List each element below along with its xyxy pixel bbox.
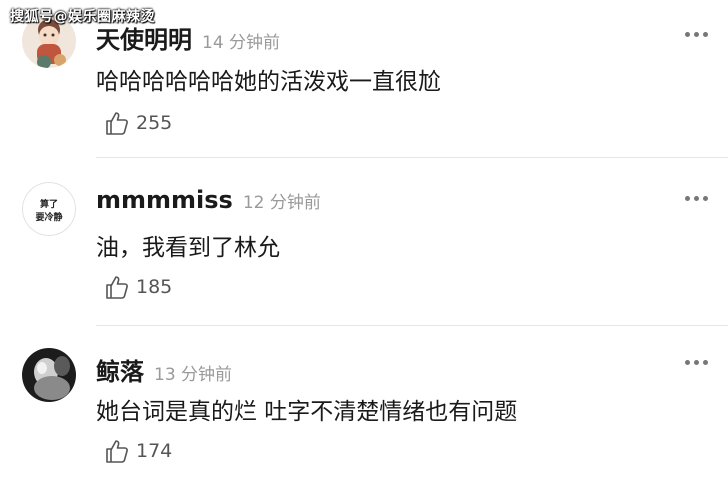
username-text: 天使明明 xyxy=(96,26,192,54)
svg-text:要冷静: 要冷静 xyxy=(35,211,62,223)
thumbs-up-icon xyxy=(106,276,128,299)
comment-timestamp: 13 分钟前 xyxy=(154,365,233,385)
comment-timestamp: 12 分钟前 xyxy=(242,193,321,213)
text-sticker-avatar: 算了 要冷静 xyxy=(22,182,76,236)
comment-username[interactable]: 鲸落 13 分钟前 xyxy=(96,352,232,387)
avatar[interactable] xyxy=(22,348,76,402)
svg-text:算了: 算了 xyxy=(40,198,58,210)
thumbs-up-icon xyxy=(106,440,128,463)
comment-text: 油，我看到了林允 xyxy=(96,235,280,261)
comment-timestamp: 14 分钟前 xyxy=(202,33,281,53)
comment-text: 她台词是真的烂 吐字不清楚情绪也有问题 xyxy=(96,399,518,425)
comment-item: 鲸落 13 分钟前 她台词是真的烂 吐字不清楚情绪也有问题 174 xyxy=(0,328,728,488)
comment-item: 算了 要冷静 mmmmiss 12 分钟前 油，我看到了林允 185 xyxy=(0,162,728,326)
more-options-icon[interactable] xyxy=(685,32,708,37)
like-count: 255 xyxy=(136,112,173,134)
like-button[interactable]: 174 xyxy=(104,438,172,464)
like-button[interactable]: 255 xyxy=(104,110,172,136)
divider xyxy=(96,157,728,158)
more-options-icon[interactable] xyxy=(685,196,708,201)
thumbs-up-icon xyxy=(106,112,128,135)
watermark: 搜狐号@娱乐圈麻辣烫 xyxy=(10,9,155,25)
divider xyxy=(96,325,728,326)
more-options-icon[interactable] xyxy=(685,360,708,365)
monochrome-photo-avatar xyxy=(22,348,76,402)
like-count: 185 xyxy=(136,276,173,298)
comment-username[interactable]: mmmmiss 12 分钟前 xyxy=(96,186,321,214)
like-button[interactable]: 185 xyxy=(104,274,172,300)
like-count: 174 xyxy=(136,440,173,462)
username-text: mmmmiss xyxy=(96,186,233,214)
username-text: 鲸落 xyxy=(96,358,144,386)
comment-text: 哈哈哈哈哈哈她的活泼戏一直很尬 xyxy=(96,69,441,95)
avatar[interactable]: 算了 要冷静 xyxy=(22,182,76,236)
